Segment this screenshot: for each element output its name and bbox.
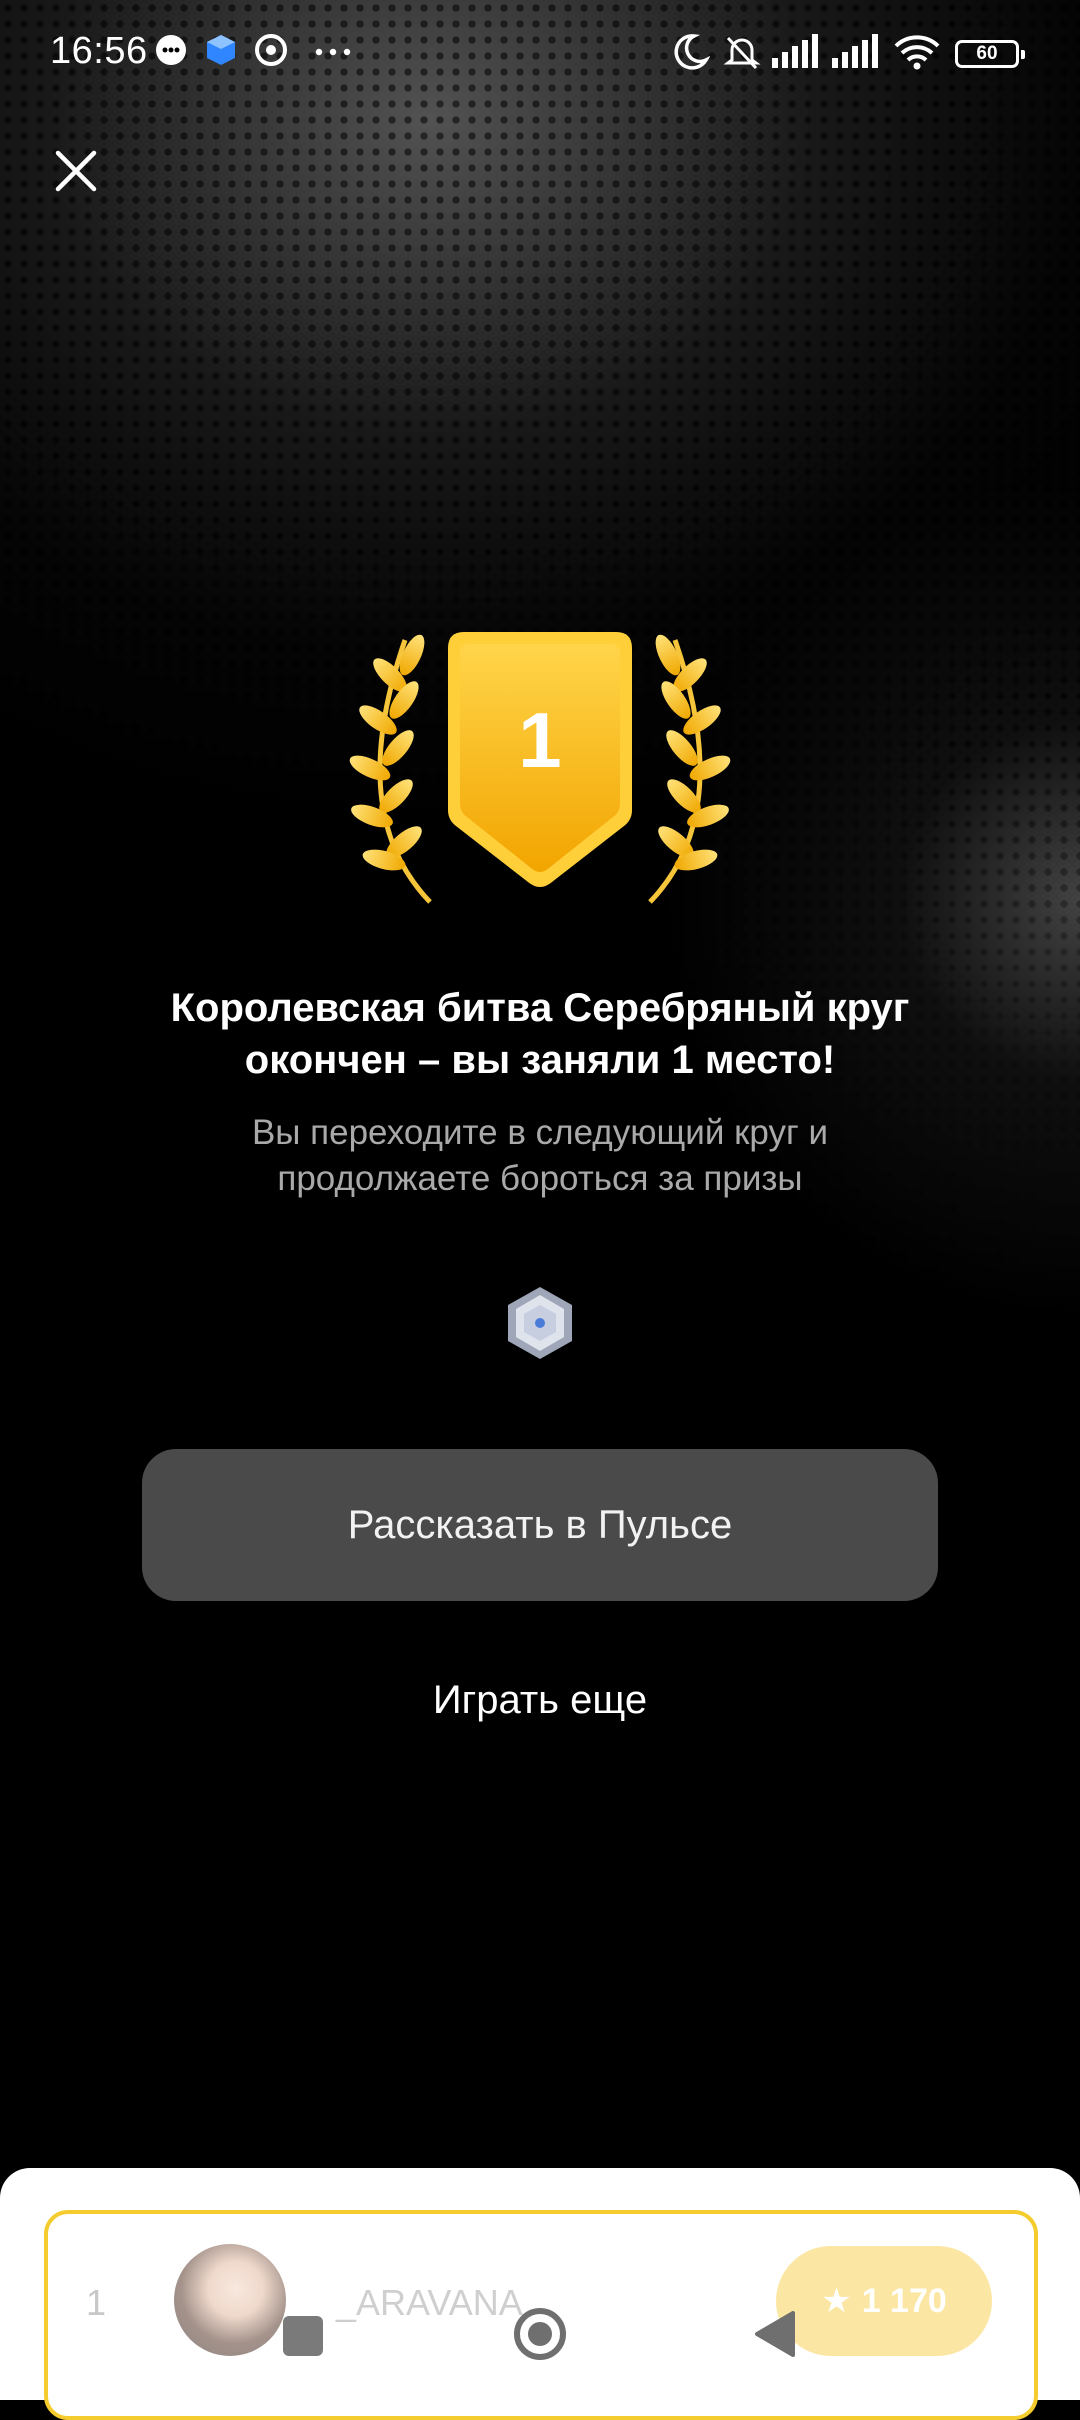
signal-icon [832, 34, 878, 68]
result-subtitle: Вы переходите в следующий круг и продолж… [251, 1113, 829, 1198]
avatar [174, 2244, 286, 2356]
star-icon: ★ [821, 2282, 852, 2320]
status-time: 16:56 [50, 30, 148, 72]
recent-apps-button[interactable] [283, 2316, 323, 2356]
result-title: Королевская битва Серебряный круг оконче… [170, 986, 910, 1082]
leaderboard-position: 1 [86, 2282, 107, 2323]
share-in-pulse-button[interactable]: Рассказать в Пульсе [142, 1449, 938, 1601]
place-number: 1 [518, 696, 562, 784]
close-icon[interactable] [50, 145, 102, 197]
battery-icon: 60 [955, 40, 1025, 68]
silver-rank-icon [508, 1287, 572, 1359]
leaderboard-username: _ARAVANA [336, 2282, 523, 2323]
do-not-disturb-moon-icon [674, 34, 710, 70]
back-button[interactable] [753, 2309, 797, 2359]
points-badge: ★ 1 170 [776, 2246, 992, 2356]
muted-bell-icon [723, 36, 761, 70]
messenger-icon [156, 35, 186, 65]
wifi-icon [894, 35, 940, 70]
signal-icon [772, 34, 818, 68]
cube-app-icon [207, 35, 235, 65]
home-button[interactable] [512, 2306, 568, 2362]
place-badge: 1 [320, 620, 760, 920]
play-again-button[interactable]: Играть еще [340, 1678, 740, 1723]
status-bar: 16:56 60 [0, 0, 1080, 110]
more-dots-icon [315, 48, 351, 56]
chrome-icon [255, 34, 287, 66]
